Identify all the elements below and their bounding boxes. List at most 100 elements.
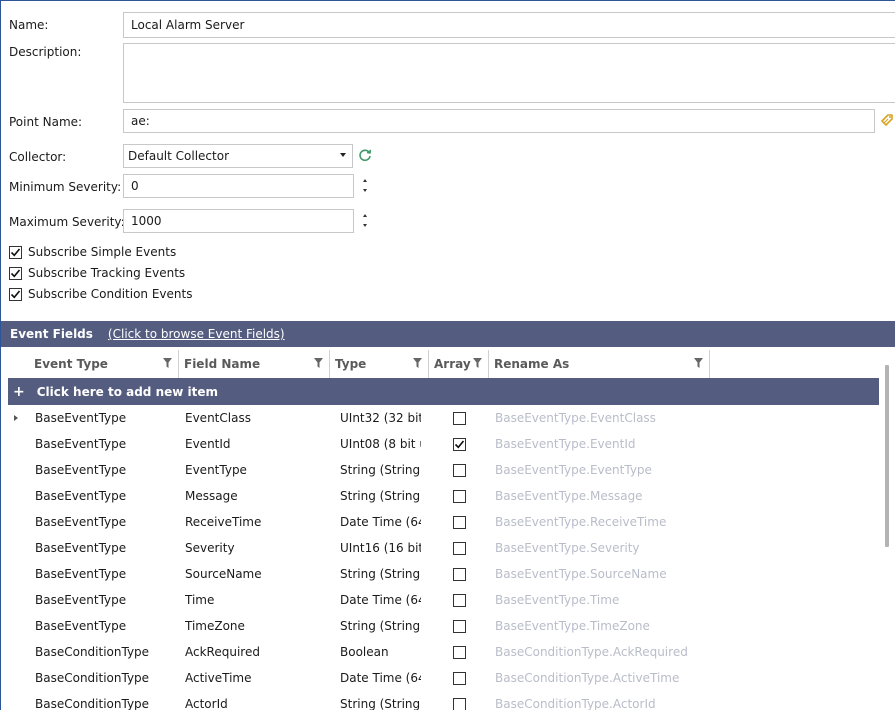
cell-type[interactable]: String (String) (340, 691, 421, 710)
array-checkbox[interactable] (453, 593, 466, 607)
spin-up-icon[interactable] (363, 179, 367, 182)
cell-array[interactable] (453, 587, 467, 613)
cell-type[interactable]: UInt16 (16 bit u (340, 535, 421, 561)
table-row[interactable]: BaseEventType EventType String (String) Bas… (1, 457, 881, 483)
cell-rename-as[interactable]: BaseConditionType.ActiveTime (495, 665, 710, 691)
cell-rename-as[interactable]: BaseEventType.Time (495, 587, 710, 613)
cell-rename-as[interactable]: BaseEventType.Severity (495, 535, 710, 561)
table-row[interactable]: BaseConditionTypeActiveTime Date Time (64… (1, 665, 881, 691)
table-row[interactable]: BaseEventTypeEventId UInt08 (8 bit un Base… (1, 431, 881, 457)
cell-array[interactable] (453, 691, 467, 710)
spin-up-icon[interactable] (363, 214, 367, 217)
cell-type[interactable]: Date Time (64 b (340, 587, 421, 613)
subscribe-simple-events-checkbox[interactable]: Subscribe Simple Events (9, 245, 176, 259)
description-input[interactable] (123, 43, 895, 103)
table-row[interactable]: BaseEventTypeReceiveTime Date Time (64 b B… (1, 509, 881, 535)
cell-field-name[interactable]: EventType (185, 457, 330, 483)
cell-field-name[interactable]: Severity (185, 535, 330, 561)
cell-event-type[interactable]: BaseConditionType (35, 639, 180, 665)
refresh-icon[interactable] (358, 148, 372, 162)
name-input[interactable]: Local Alarm Server (123, 12, 895, 38)
tag-icon[interactable] (880, 113, 894, 127)
browse-event-fields-link[interactable]: (Click to browse Event Fields) (108, 327, 285, 341)
cell-rename-as[interactable]: BaseEventType.ReceiveTime (495, 509, 710, 535)
cell-event-type[interactable]: BaseEventType (35, 535, 180, 561)
table-row[interactable]: BaseEventTypeTime Date Time (64 b BaseEven… (1, 587, 881, 613)
cell-field-name[interactable]: EventClass (185, 405, 330, 431)
filter-icon[interactable] (314, 358, 323, 368)
column-header-event-type[interactable]: Event Type (29, 350, 179, 378)
cell-type[interactable]: UInt08 (8 bit un (340, 431, 421, 457)
cell-field-name[interactable]: EventId (185, 431, 330, 457)
cell-type[interactable]: Date Time (64 b (340, 509, 421, 535)
cell-field-name[interactable]: ReceiveTime (185, 509, 330, 535)
cell-array[interactable] (453, 535, 467, 561)
cell-event-type[interactable]: BaseEventType (35, 457, 180, 483)
min-severity-spinner[interactable] (361, 174, 371, 198)
cell-rename-as[interactable]: BaseEventType.TimeZone (495, 613, 710, 639)
filter-icon[interactable] (694, 358, 703, 368)
array-checkbox[interactable] (453, 515, 466, 529)
column-header-array[interactable]: Array (429, 350, 489, 378)
cell-array[interactable] (453, 665, 467, 691)
subscribe-condition-events-checkbox[interactable]: Subscribe Condition Events (9, 287, 192, 301)
min-severity-input[interactable]: 0 (123, 174, 354, 198)
cell-field-name[interactable]: Message (185, 483, 330, 509)
cell-event-type[interactable]: BaseEventType (35, 613, 180, 639)
checkbox-box[interactable] (9, 245, 22, 259)
vertical-scrollbar[interactable] (885, 365, 889, 547)
checkbox-box[interactable] (9, 287, 22, 301)
table-row[interactable]: BaseEventType Message String (String) BaseE… (1, 483, 881, 509)
filter-icon[interactable] (413, 358, 422, 368)
max-severity-spinner[interactable] (361, 209, 371, 233)
cell-field-name[interactable]: TimeZone (185, 613, 330, 639)
cell-rename-as[interactable]: BaseEventType.EventClass (495, 405, 710, 431)
cell-array[interactable] (453, 561, 467, 587)
column-header-field-name[interactable]: Field Name (179, 350, 330, 378)
array-checkbox[interactable] (453, 567, 466, 581)
cell-type[interactable]: String (String) (340, 483, 421, 509)
cell-type[interactable]: Date Time (64 b (340, 665, 421, 691)
cell-event-type[interactable]: BaseConditionType (35, 665, 180, 691)
cell-field-name[interactable]: AckRequired (185, 639, 330, 665)
array-checkbox[interactable] (453, 645, 466, 659)
table-row[interactable]: BaseEventTypeEventClass UInt32 (32 bit u B… (1, 405, 881, 431)
cell-type[interactable]: Boolean (340, 639, 421, 665)
cell-array[interactable] (453, 509, 467, 535)
cell-array[interactable] (453, 613, 467, 639)
cell-array[interactable] (453, 639, 467, 665)
cell-rename-as[interactable]: BaseEventType.EventId (495, 431, 710, 457)
cell-event-type[interactable]: BaseEventType (35, 483, 180, 509)
cell-event-type[interactable]: BaseEventType (35, 561, 180, 587)
array-checkbox[interactable] (453, 541, 466, 555)
column-header-rename-as[interactable]: Rename As (489, 350, 710, 378)
cell-event-type[interactable]: BaseEventType (35, 405, 180, 431)
cell-type[interactable]: String (String) (340, 613, 421, 639)
cell-field-name[interactable]: ActiveTime (185, 665, 330, 691)
table-row[interactable]: BaseEventType TimeZone String (String) Base… (1, 613, 881, 639)
filter-icon[interactable] (473, 358, 482, 368)
cell-type[interactable]: String (String) (340, 457, 421, 483)
table-row[interactable]: BaseEventType SourceName String (String) Ba… (1, 561, 881, 587)
cell-array[interactable] (453, 457, 467, 483)
array-checkbox[interactable] (453, 463, 466, 477)
cell-type[interactable]: UInt32 (32 bit u (340, 405, 421, 431)
cell-rename-as[interactable]: BaseEventType.Message (495, 483, 710, 509)
cell-rename-as[interactable]: BaseEventType.SourceName (495, 561, 710, 587)
array-checkbox[interactable] (453, 437, 466, 451)
table-row[interactable]: BaseConditionType ActorId String (String) B… (1, 691, 881, 710)
table-row[interactable]: BaseEventTypeSeverity UInt16 (16 bit u Bas… (1, 535, 881, 561)
cell-array[interactable] (453, 431, 467, 457)
subscribe-tracking-events-checkbox[interactable]: Subscribe Tracking Events (9, 266, 185, 280)
cell-event-type[interactable]: BaseEventType (35, 587, 180, 613)
cell-array[interactable] (453, 483, 467, 509)
collector-select[interactable]: Default Collector (123, 144, 353, 168)
cell-field-name[interactable]: SourceName (185, 561, 330, 587)
cell-event-type[interactable]: BaseConditionType (35, 691, 180, 710)
spin-down-icon[interactable] (363, 224, 367, 227)
checkbox-box[interactable] (9, 266, 22, 280)
table-row[interactable]: BaseConditionType AckRequired Boolean BaseC… (1, 639, 881, 665)
cell-type[interactable]: String (String) (340, 561, 421, 587)
spin-down-icon[interactable] (363, 189, 367, 192)
cell-rename-as[interactable]: BaseConditionType.ActorId (495, 691, 710, 710)
